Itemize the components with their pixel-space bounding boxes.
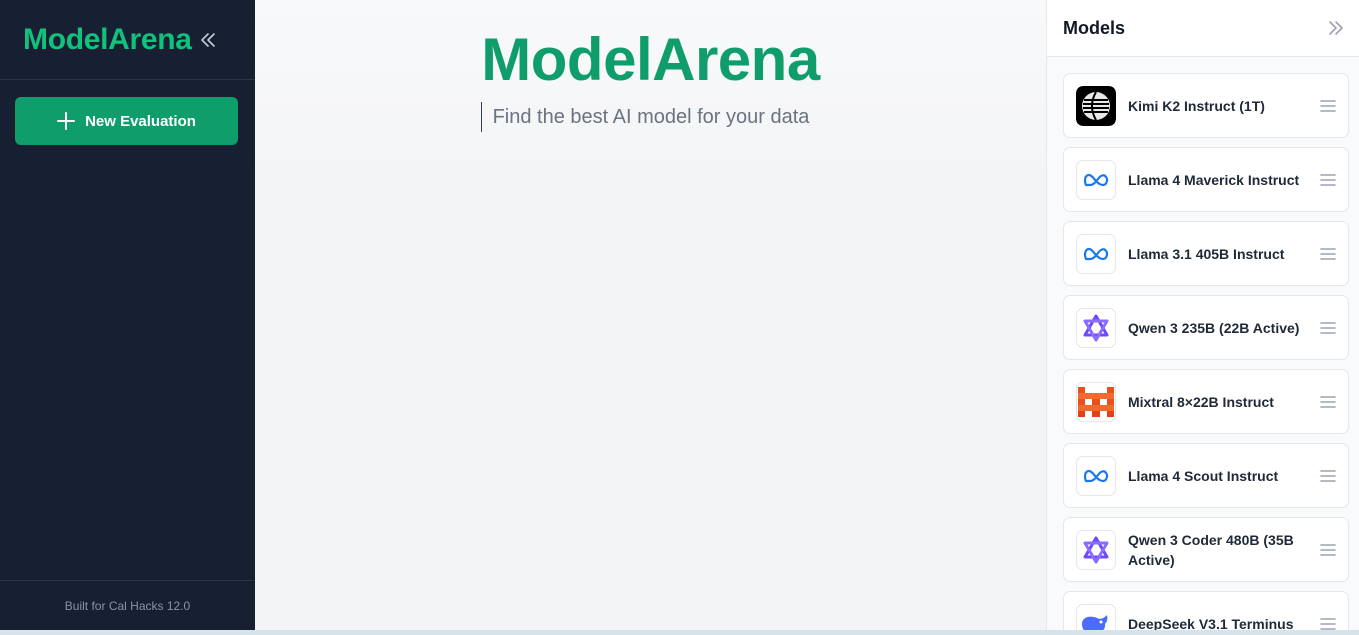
model-card[interactable]: Llama 3.1 405B Instruct bbox=[1063, 221, 1349, 286]
main-content: ModelArena bbox=[255, 0, 1046, 630]
drag-handle-icon[interactable] bbox=[1320, 395, 1336, 409]
drag-handle-icon[interactable] bbox=[1320, 543, 1336, 557]
collapse-sidebar-icon[interactable] bbox=[198, 30, 218, 50]
kimi-icon bbox=[1076, 85, 1116, 126]
model-card[interactable]: Kimi K2 Instruct (1T) bbox=[1063, 73, 1349, 138]
drag-handle-icon[interactable] bbox=[1320, 173, 1336, 187]
models-panel-header: Models bbox=[1047, 0, 1359, 57]
deepseek-icon bbox=[1076, 603, 1116, 630]
model-name: Kimi K2 Instruct (1T) bbox=[1128, 97, 1265, 114]
sidebar: ModelArena New Evaluation Built for Cal … bbox=[0, 0, 255, 630]
collapse-panel-icon[interactable] bbox=[1327, 19, 1345, 37]
sidebar-header: ModelArena bbox=[0, 0, 255, 80]
model-card[interactable]: Llama 4 Scout Instruct bbox=[1063, 443, 1349, 508]
qwen-icon bbox=[1076, 307, 1116, 348]
app: ModelArena New Evaluation Built for Cal … bbox=[0, 0, 1359, 635]
model-list: Kimi K2 Instruct (1T) Llama 4 Maverick I… bbox=[1047, 57, 1359, 630]
drag-handle-icon[interactable] bbox=[1320, 321, 1336, 335]
model-card[interactable]: Qwen 3 Coder 480B (35B Active) bbox=[1063, 517, 1349, 582]
qwen-icon bbox=[1076, 529, 1116, 570]
model-card[interactable]: Mixtral 8×22B Instruct bbox=[1063, 369, 1349, 434]
window-bottom-strip bbox=[0, 630, 1359, 635]
footer-text: Built for Cal Hacks 12.0 bbox=[64, 598, 191, 613]
model-name: Llama 4 Maverick Instruct bbox=[1128, 171, 1300, 188]
models-panel-title: Models bbox=[1063, 17, 1126, 38]
drag-handle-icon[interactable] bbox=[1320, 617, 1336, 631]
drag-handle-icon[interactable] bbox=[1320, 247, 1336, 261]
meta-icon bbox=[1076, 159, 1116, 200]
meta-icon bbox=[1076, 233, 1116, 274]
page-title: ModelArena bbox=[481, 26, 820, 93]
search-input[interactable] bbox=[480, 102, 821, 132]
drag-handle-icon[interactable] bbox=[1320, 99, 1336, 113]
model-name: DeepSeek V3.1 Terminus bbox=[1128, 615, 1294, 631]
drag-handle-icon[interactable] bbox=[1320, 469, 1336, 483]
model-card[interactable]: Qwen 3 235B (22B Active) bbox=[1063, 295, 1349, 360]
plus-icon bbox=[57, 112, 76, 130]
model-name: Qwen 3 Coder 480B (35B Active) bbox=[1128, 531, 1294, 568]
mistral-icon bbox=[1076, 381, 1116, 422]
models-panel: Models Kimi K2 Instruct (1T) Llama 4 Mav… bbox=[1046, 0, 1359, 630]
meta-icon bbox=[1076, 455, 1116, 496]
model-name: Llama 4 Scout Instruct bbox=[1128, 467, 1279, 484]
model-name: Mixtral 8×22B Instruct bbox=[1128, 393, 1274, 410]
model-name: Qwen 3 235B (22B Active) bbox=[1128, 319, 1300, 336]
model-card[interactable]: DeepSeek V3.1 Terminus bbox=[1063, 591, 1349, 630]
hero: ModelArena bbox=[255, 0, 1046, 165]
new-evaluation-label: New Evaluation bbox=[85, 112, 196, 130]
model-card[interactable]: Llama 4 Maverick Instruct bbox=[1063, 147, 1349, 212]
new-evaluation-button[interactable]: New Evaluation bbox=[15, 97, 238, 145]
sidebar-brand: ModelArena bbox=[23, 22, 192, 56]
sidebar-footer: Built for Cal Hacks 12.0 bbox=[0, 580, 255, 630]
model-name: Llama 3.1 405B Instruct bbox=[1128, 245, 1285, 262]
